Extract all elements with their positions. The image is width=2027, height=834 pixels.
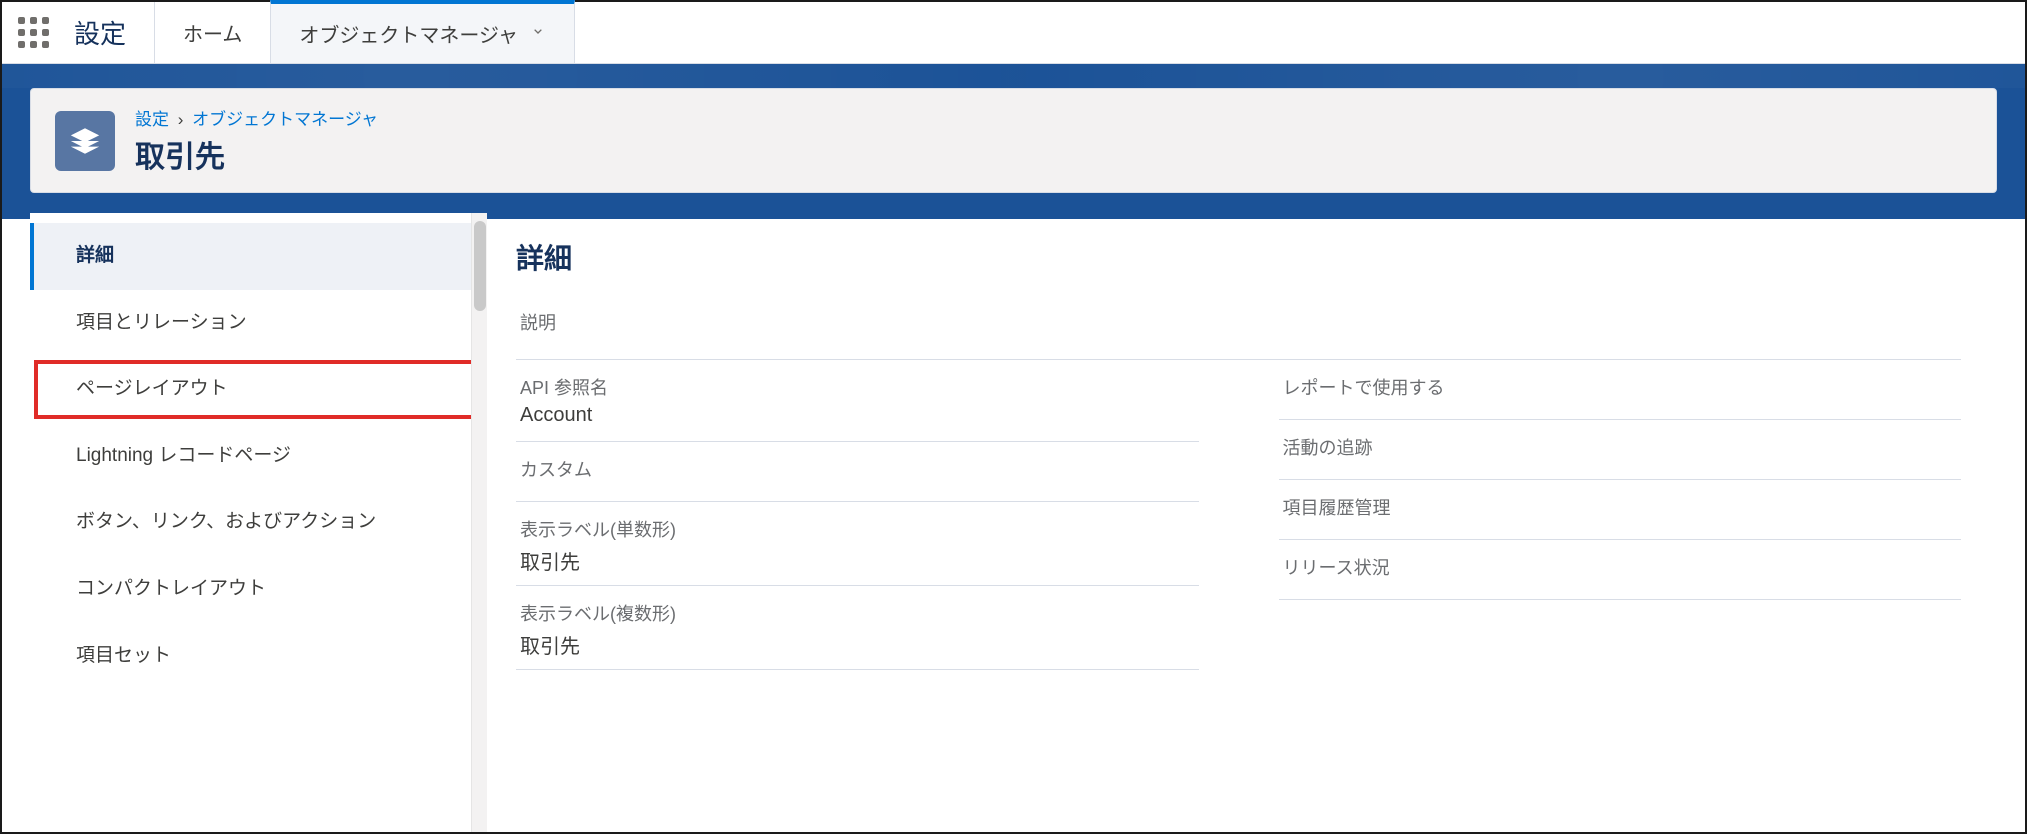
- tab-home[interactable]: ホーム: [154, 2, 270, 63]
- object-icon: [55, 111, 115, 171]
- breadcrumb-second[interactable]: オブジェクトマネージャ: [192, 110, 378, 129]
- field-label: API 参照名: [520, 374, 1195, 400]
- body: 詳細項目とリレーションページレイアウトLightning レコードページボタン、…: [2, 213, 2025, 832]
- top-nav: 設定 ホーム オブジェクトマネージャ: [2, 2, 2025, 64]
- sidebar-item-0[interactable]: 詳細: [30, 223, 479, 290]
- right-field-0: レポートで使用する: [1279, 360, 1962, 420]
- page-title: 取引先: [135, 132, 378, 176]
- field-value: Account: [520, 404, 1195, 427]
- field-value: 取引先: [520, 546, 1195, 575]
- layers-icon: [68, 124, 102, 158]
- blue-decorative-band-2: [2, 193, 2025, 213]
- sidebar-item-2[interactable]: ページレイアウト: [30, 356, 479, 423]
- field-label: 項目履歴管理: [1283, 494, 1958, 520]
- breadcrumb-separator: ›: [178, 110, 184, 129]
- sidebar-item-4[interactable]: ボタン、リンク、およびアクション: [30, 489, 479, 556]
- field-label: 表示ラベル(単数形): [520, 516, 1195, 542]
- field-label: 説明: [520, 309, 1957, 335]
- scrollbar[interactable]: [471, 213, 487, 832]
- field-value: 取引先: [520, 630, 1195, 659]
- right-field-2: 項目履歴管理: [1279, 480, 1962, 540]
- left-field-1: カスタム: [516, 442, 1199, 502]
- blue-decorative-band: [2, 64, 2025, 88]
- sidebar-item-6[interactable]: 項目セット: [30, 623, 479, 690]
- header-text: 設定 › オブジェクトマネージャ 取引先: [135, 105, 378, 176]
- page-header: 設定 › オブジェクトマネージャ 取引先: [30, 88, 1997, 193]
- breadcrumb: 設定 › オブジェクトマネージャ: [135, 105, 378, 130]
- sidebar: 詳細項目とリレーションページレイアウトLightning レコードページボタン、…: [30, 213, 480, 832]
- main-content: 詳細 説明 API 参照名Accountカスタム表示ラベル(単数形)取引先表示ラ…: [480, 213, 1997, 832]
- left-field-2: 表示ラベル(単数形) 取引先: [516, 502, 1199, 586]
- app-name: 設定: [64, 2, 154, 63]
- tab-label: ホーム: [183, 18, 242, 47]
- right-field-1: 活動の追跡: [1279, 420, 1962, 480]
- waffle-icon: [18, 17, 49, 48]
- app-launcher-icon[interactable]: [2, 2, 64, 63]
- field-label: リリース状況: [1283, 554, 1958, 580]
- sidebar-item-5[interactable]: コンパクトレイアウト: [30, 556, 479, 623]
- scrollbar-thumb[interactable]: [474, 221, 486, 311]
- sidebar-item-3[interactable]: Lightning レコードページ: [30, 423, 479, 490]
- tab-label: オブジェクトマネージャ: [299, 19, 518, 48]
- field-label: 活動の追跡: [1283, 434, 1958, 460]
- tab-object-manager[interactable]: オブジェクトマネージャ: [270, 0, 575, 63]
- sidebar-item-1[interactable]: 項目とリレーション: [30, 290, 479, 357]
- main-heading: 詳細: [516, 237, 1961, 277]
- breadcrumb-root[interactable]: 設定: [135, 110, 169, 129]
- header-wrap: 設定 › オブジェクトマネージャ 取引先: [2, 88, 2025, 193]
- field-description: 説明: [516, 309, 1961, 360]
- field-label: レポートで使用する: [1283, 374, 1958, 400]
- right-field-3: リリース状況: [1279, 540, 1962, 600]
- chevron-down-icon: [530, 22, 546, 45]
- field-column-left: API 参照名Accountカスタム表示ラベル(単数形)取引先表示ラベル(複数形…: [516, 360, 1199, 670]
- field-label: 表示ラベル(複数形): [520, 600, 1195, 626]
- left-field-3: 表示ラベル(複数形) 取引先: [516, 586, 1199, 670]
- field-grid: API 参照名Accountカスタム表示ラベル(単数形)取引先表示ラベル(複数形…: [516, 360, 1961, 670]
- left-field-0: API 参照名 Account: [516, 360, 1199, 442]
- field-column-right: レポートで使用する活動の追跡項目履歴管理リリース状況: [1279, 360, 1962, 670]
- field-label: カスタム: [520, 456, 1195, 482]
